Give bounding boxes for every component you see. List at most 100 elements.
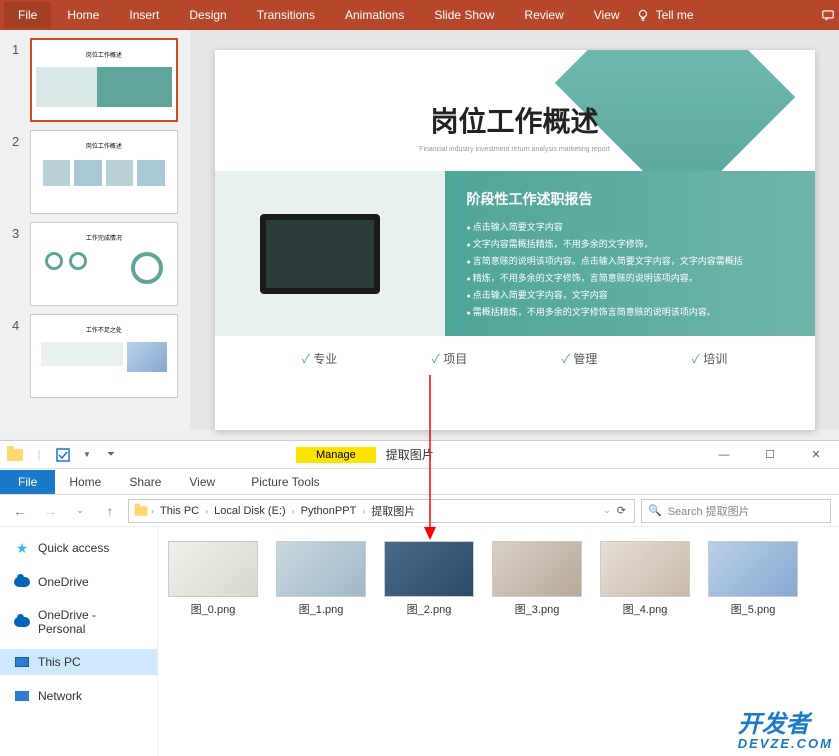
breadcrumb[interactable]: This PC bbox=[156, 503, 203, 519]
forward-button[interactable]: → bbox=[38, 499, 62, 523]
back-button[interactable]: ← bbox=[8, 499, 32, 523]
window-title: 提取图片 bbox=[386, 446, 434, 463]
slide-canvas-area[interactable]: 岗位工作概述 Financial industry investment ret… bbox=[190, 30, 839, 430]
qat-divider: | bbox=[28, 444, 50, 466]
slide-thumb-2[interactable]: 岗位工作概述 bbox=[30, 130, 178, 214]
file-thumbnail bbox=[492, 541, 582, 597]
watermark-big: 开发者 bbox=[738, 711, 810, 738]
explorer-file-tab[interactable]: File bbox=[0, 470, 55, 494]
file-thumbnail bbox=[384, 541, 474, 597]
ribbon-tab-review[interactable]: Review bbox=[510, 2, 577, 28]
ribbon-tab-animations[interactable]: Animations bbox=[331, 2, 418, 28]
quick-access-toolbar: | ▼ ⏷ bbox=[0, 444, 126, 466]
ribbon-tab-transitions[interactable]: Transitions bbox=[243, 2, 329, 28]
nav-quick-access[interactable]: ★ Quick access bbox=[0, 535, 157, 561]
address-bar-row: ← → ⌄ ↑ › This PC › Local Disk (E:) › Py… bbox=[0, 495, 839, 527]
chevron-icon[interactable]: › bbox=[151, 506, 154, 516]
qat-overflow[interactable]: ⏷ bbox=[100, 444, 122, 466]
slide-body: 阶段性工作述职报告 点击输入简要文字内容 文字内容需概括精炼，不用多余的文字修饰… bbox=[215, 171, 815, 336]
ribbon-tab-view[interactable]: View bbox=[580, 2, 634, 28]
ppt-workspace: 1 岗位工作概述 2 岗位工作概述 3 工作完成情况 4 工作不足之处 岗位工作… bbox=[0, 30, 839, 430]
ribbon-tab-insert[interactable]: Insert bbox=[115, 2, 173, 28]
star-icon: ★ bbox=[14, 540, 30, 556]
folder-icon[interactable] bbox=[4, 444, 26, 466]
minimize-button[interactable]: — bbox=[701, 441, 747, 469]
tell-me[interactable]: Tell me bbox=[636, 8, 694, 22]
file-name: 图_1.png bbox=[299, 601, 344, 617]
nav-onedrive-personal[interactable]: OneDrive - Personal bbox=[0, 603, 157, 641]
search-icon: 🔍 bbox=[648, 504, 662, 517]
bullet: 精炼，不用多余的文字修饰，言简意赅的说明该项内容。 bbox=[467, 270, 793, 287]
dropdown-icon[interactable]: ⌄ bbox=[603, 505, 611, 516]
bullet: 文字内容需概括精炼，不用多余的文字修饰， bbox=[467, 236, 793, 253]
file-thumbnail bbox=[276, 541, 366, 597]
nav-onedrive[interactable]: OneDrive bbox=[0, 569, 157, 595]
breadcrumb[interactable]: 提取图片 bbox=[367, 501, 419, 521]
recent-dropdown[interactable]: ⌄ bbox=[68, 499, 92, 523]
explorer-tab-share[interactable]: Share bbox=[115, 470, 175, 494]
bottom-item: 专业 bbox=[302, 350, 338, 367]
checkbox-icon[interactable] bbox=[52, 444, 74, 466]
file-name: 图_4.png bbox=[623, 601, 668, 617]
explorer-tab-view[interactable]: View bbox=[175, 470, 229, 494]
nav-this-pc[interactable]: This PC bbox=[0, 649, 157, 675]
slide-bottom-row: 专业 项目 管理 培训 bbox=[215, 336, 815, 381]
bullet: 点击输入简要文字内容 bbox=[467, 219, 793, 236]
manage-label[interactable]: Manage bbox=[296, 447, 376, 463]
bullet: 需概括精炼，不用多余的文字修饰言简意赅的说明该项内容。 bbox=[467, 304, 793, 321]
ribbon-tab-file[interactable]: File bbox=[4, 2, 51, 28]
ribbon-tab-design[interactable]: Design bbox=[175, 2, 240, 28]
slide-thumb-3[interactable]: 工作完成情况 bbox=[30, 222, 178, 306]
slide-subtitle: Financial industry investment return ana… bbox=[215, 146, 815, 153]
explorer-tab-home[interactable]: Home bbox=[55, 470, 115, 494]
file-name: 图_3.png bbox=[515, 601, 560, 617]
thumb-number: 2 bbox=[12, 130, 24, 214]
file-item[interactable]: 图_5.png bbox=[706, 541, 800, 617]
close-button[interactable]: ✕ bbox=[793, 441, 839, 469]
tell-me-label: Tell me bbox=[656, 8, 694, 22]
ppt-ribbon: File Home Insert Design Transitions Anim… bbox=[0, 0, 839, 30]
file-item[interactable]: 图_3.png bbox=[490, 541, 584, 617]
file-name: 图_0.png bbox=[191, 601, 236, 617]
chevron-icon[interactable]: › bbox=[362, 506, 365, 516]
bottom-item: 培训 bbox=[692, 350, 728, 367]
file-explorer-window: | ▼ ⏷ Manage 提取图片 — ☐ ✕ File Home Share … bbox=[0, 440, 839, 756]
file-item[interactable]: 图_2.png bbox=[382, 541, 476, 617]
maximize-button[interactable]: ☐ bbox=[747, 441, 793, 469]
current-slide: 岗位工作概述 Financial industry investment ret… bbox=[215, 50, 815, 430]
navigation-pane[interactable]: ★ Quick access OneDrive OneDrive - Person… bbox=[0, 527, 158, 756]
slide-thumbnails-pane[interactable]: 1 岗位工作概述 2 岗位工作概述 3 工作完成情况 4 工作不足之处 bbox=[0, 30, 190, 430]
thumb-number: 3 bbox=[12, 222, 24, 306]
slide-text-block: 阶段性工作述职报告 点击输入简要文字内容 文字内容需概括精炼，不用多余的文字修饰… bbox=[445, 171, 815, 336]
slide-thumb-1[interactable]: 岗位工作概述 bbox=[30, 38, 178, 122]
refresh-button[interactable]: ⟳ bbox=[613, 504, 630, 517]
bottom-item: 项目 bbox=[432, 350, 468, 367]
breadcrumb[interactable]: PythonPPT bbox=[297, 503, 361, 519]
chevron-icon[interactable]: › bbox=[292, 506, 295, 516]
search-placeholder: Search 提取图片 bbox=[668, 503, 750, 519]
manage-group: Manage bbox=[296, 447, 376, 463]
explorer-ribbon: File Home Share View Picture Tools bbox=[0, 469, 839, 495]
address-bar[interactable]: › This PC › Local Disk (E:) › PythonPPT … bbox=[128, 499, 635, 523]
up-button[interactable]: ↑ bbox=[98, 499, 122, 523]
ribbon-tab-slideshow[interactable]: Slide Show bbox=[420, 2, 508, 28]
comments-icon[interactable] bbox=[821, 8, 835, 22]
picture-tools-tab[interactable]: Picture Tools bbox=[237, 470, 333, 494]
nav-label: Quick access bbox=[38, 541, 109, 555]
breadcrumb[interactable]: Local Disk (E:) bbox=[210, 503, 290, 519]
nav-label: This PC bbox=[38, 655, 81, 669]
search-box[interactable]: 🔍 Search 提取图片 bbox=[641, 499, 831, 523]
slide-thumb-4[interactable]: 工作不足之处 bbox=[30, 314, 178, 398]
file-thumbnail bbox=[600, 541, 690, 597]
file-item[interactable]: 图_4.png bbox=[598, 541, 692, 617]
chevron-icon[interactable]: › bbox=[205, 506, 208, 516]
file-item[interactable]: 图_0.png bbox=[166, 541, 260, 617]
bullet-list: 点击输入简要文字内容 文字内容需概括精炼，不用多余的文字修饰， 言简意赅的说明该… bbox=[467, 219, 793, 322]
ribbon-tab-home[interactable]: Home bbox=[53, 2, 113, 28]
nav-label: OneDrive - Personal bbox=[38, 608, 143, 636]
qat-dropdown-icon[interactable]: ▼ bbox=[76, 444, 98, 466]
nav-network[interactable]: Network bbox=[0, 683, 157, 709]
bullet: 点击输入简要文字内容，文字内容 bbox=[467, 287, 793, 304]
file-item[interactable]: 图_1.png bbox=[274, 541, 368, 617]
folder-icon bbox=[135, 506, 148, 516]
